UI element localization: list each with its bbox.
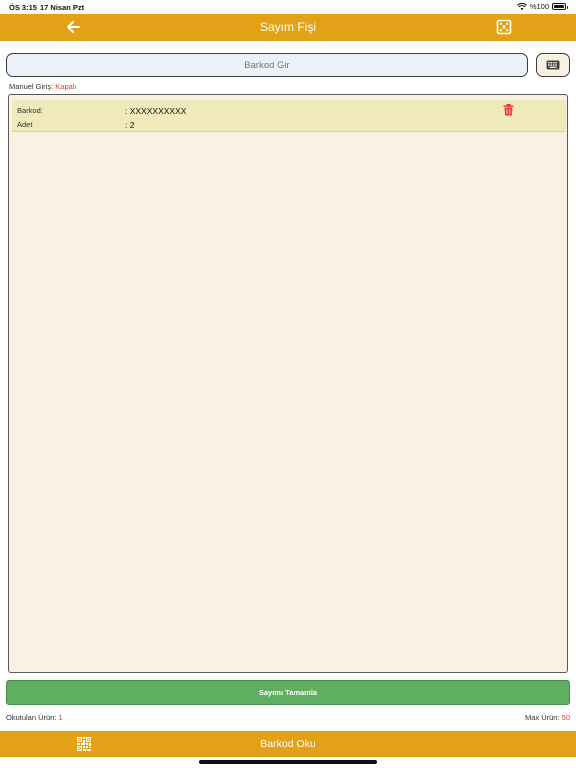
scanned-value: 1 — [58, 713, 63, 722]
scan-frame-icon[interactable] — [496, 19, 512, 35]
status-right: %100 — [516, 2, 568, 11]
scanned-items-list[interactable]: Barkod: : XXXXXXXXXX Adet : 2 — [8, 94, 568, 673]
status-time: ÖS 3:15 — [9, 3, 37, 12]
quantity-value: : 2 — [125, 120, 135, 130]
max-count: Max Ürün: 50 — [525, 713, 570, 722]
wifi-icon — [516, 2, 527, 10]
status-bar: ÖS 3:15 17 Nisan Pzt %100 — [0, 0, 576, 14]
keyboard-button[interactable] — [536, 53, 570, 77]
scanned-count: Okutulan Ürün: 1 — [6, 713, 63, 722]
scanned-label: Okutulan Ürün: — [6, 713, 57, 722]
manual-entry-status: Manuel Giriş: Kapalı — [9, 82, 77, 91]
home-indicator[interactable] — [199, 760, 377, 764]
manual-entry-label: Manuel Giriş: — [9, 82, 54, 91]
quantity-label: Adet — [17, 120, 33, 129]
scan-barcode-label: Barkod Oku — [260, 738, 316, 750]
status-date: 17 Nisan Pzt — [40, 3, 85, 12]
barcode-value: : XXXXXXXXXX — [125, 106, 187, 116]
max-value: 50 — [561, 713, 570, 722]
list-item[interactable]: Barkod: : XXXXXXXXXX Adet : 2 — [12, 100, 566, 132]
battery-percent: %100 — [529, 2, 549, 11]
max-label: Max Ürün: — [524, 713, 560, 722]
scan-barcode-bar[interactable]: Barkod Oku — [0, 731, 576, 757]
manual-entry-value: Kapalı — [55, 82, 77, 91]
trash-icon[interactable] — [503, 104, 514, 116]
barcode-label: Barkod: — [17, 106, 43, 115]
complete-count-button[interactable]: Sayımı Tamamla — [6, 680, 570, 705]
page-title: Sayım Fişi — [259, 20, 316, 34]
barcode-input[interactable] — [6, 53, 528, 77]
keyboard-icon — [546, 60, 560, 70]
battery-icon — [552, 3, 568, 10]
app-header: Sayım Fişi — [0, 14, 576, 41]
